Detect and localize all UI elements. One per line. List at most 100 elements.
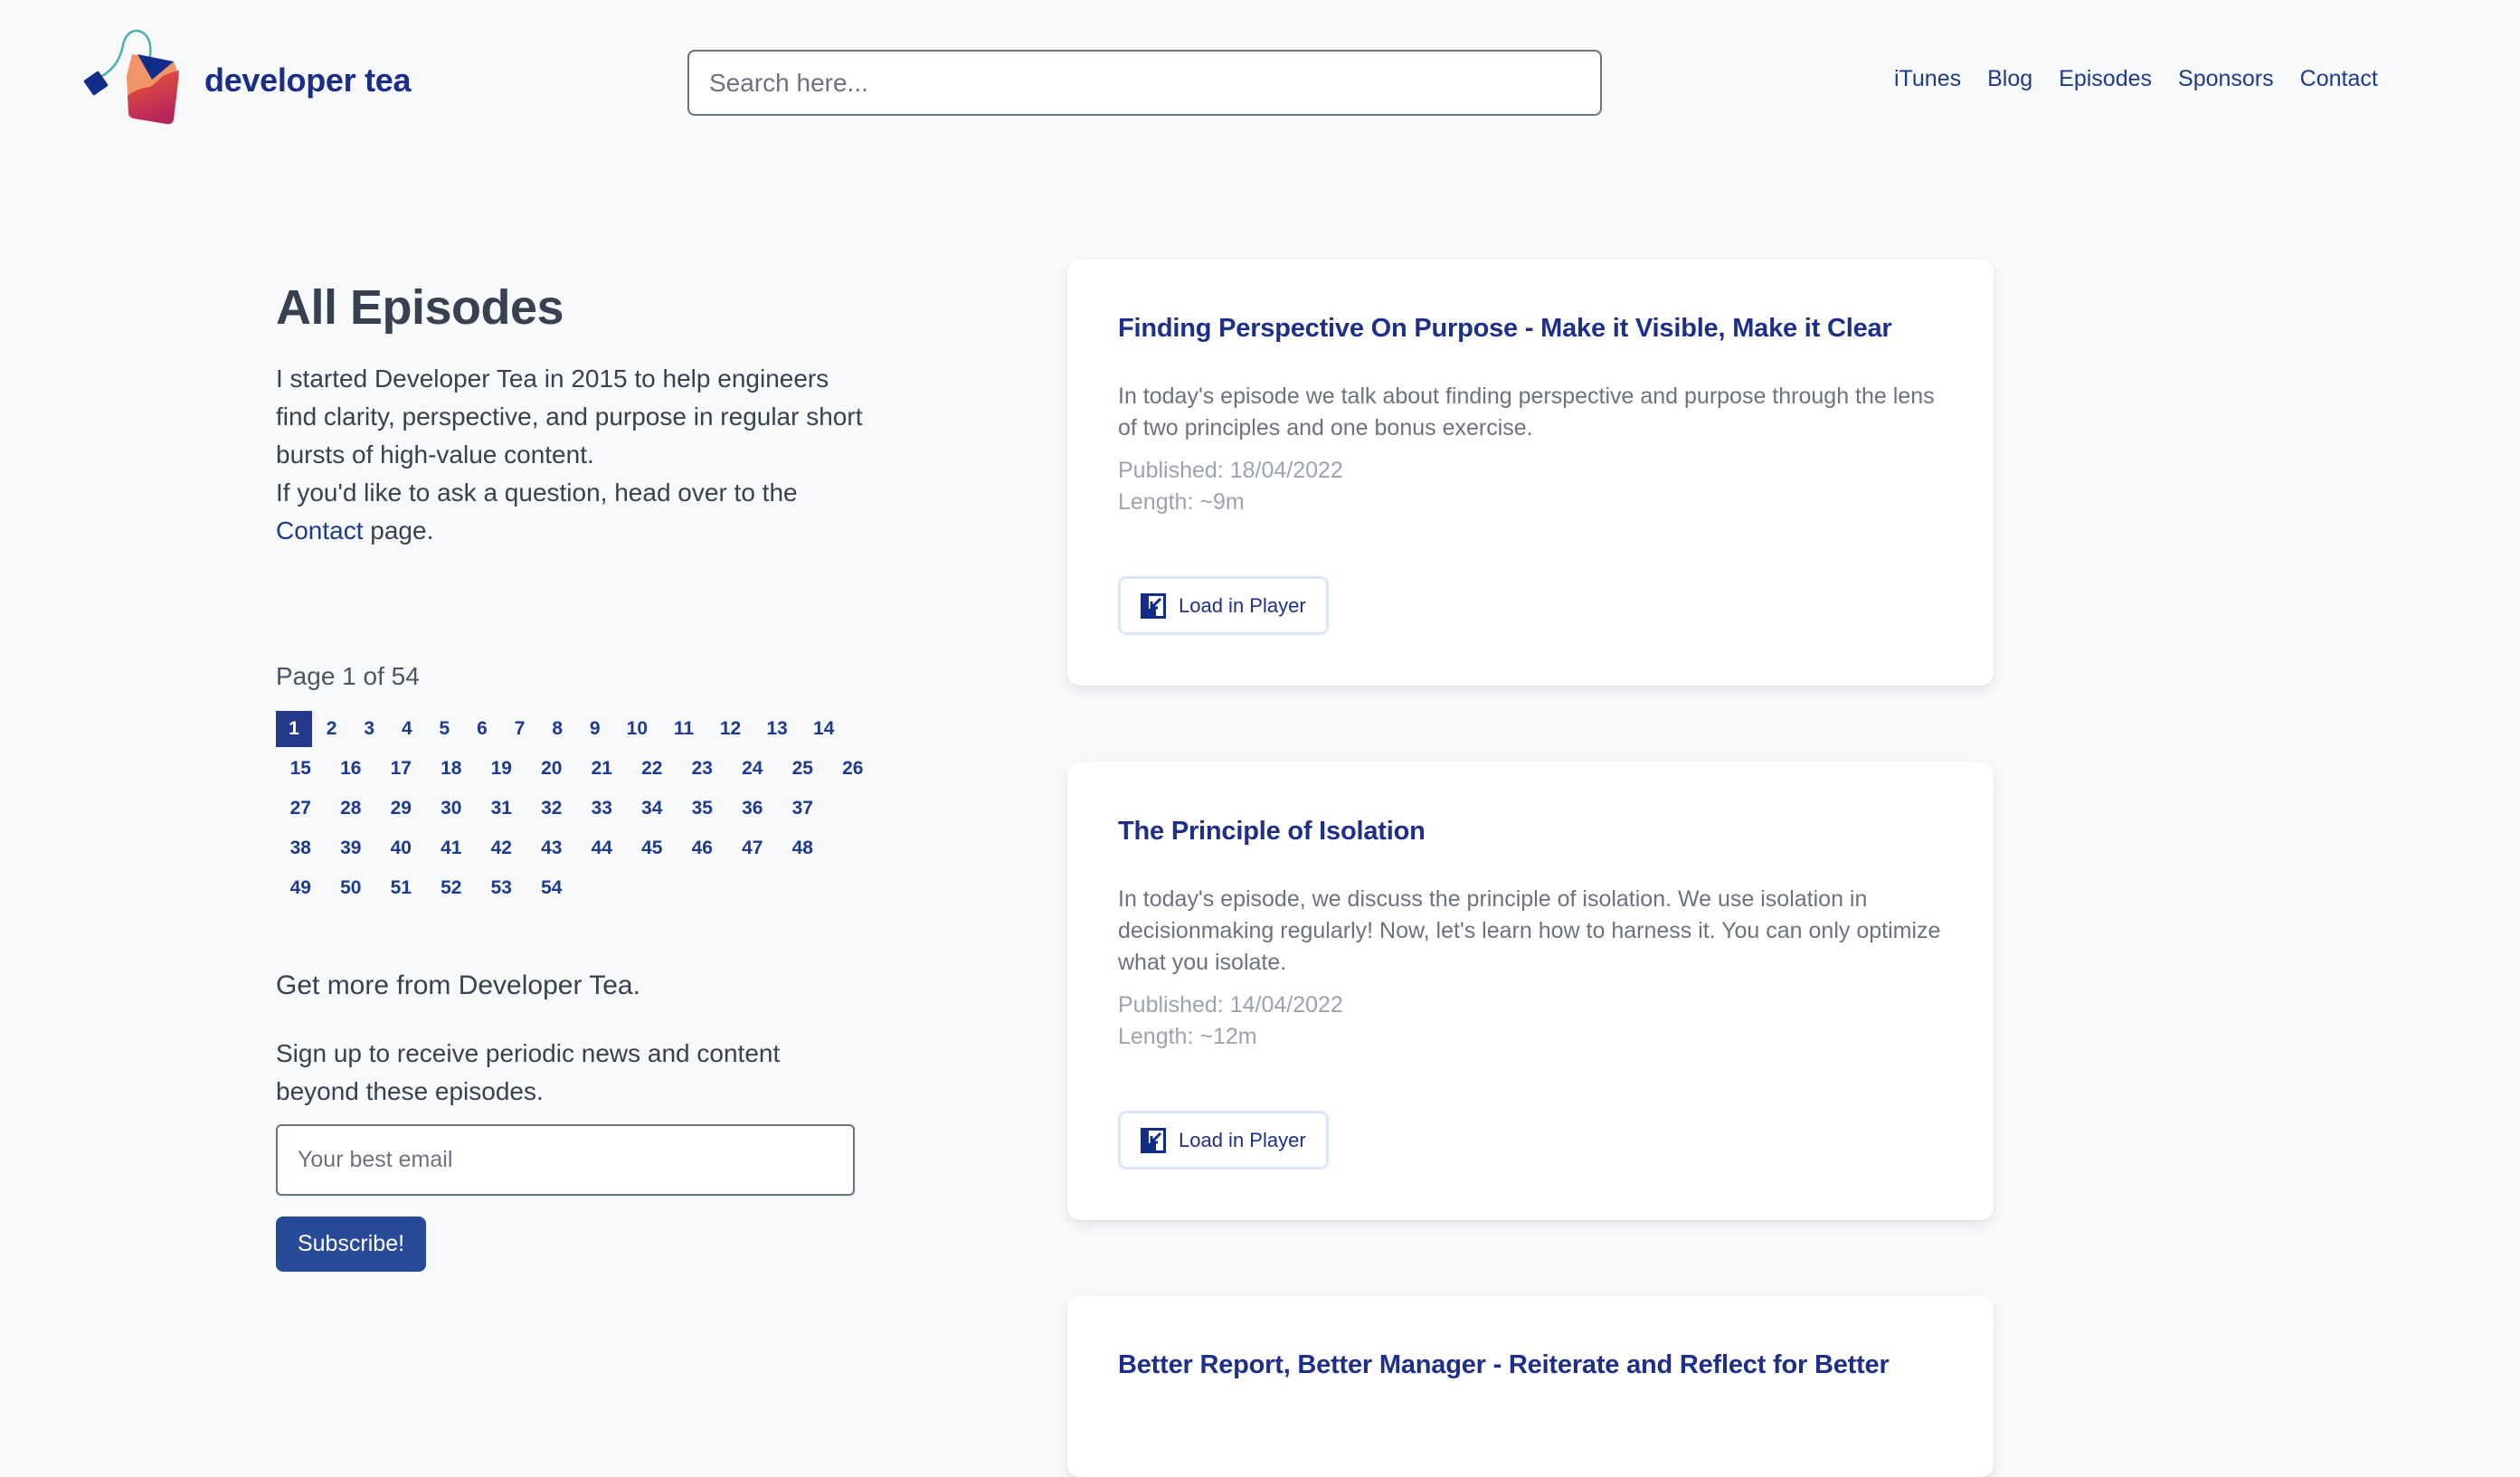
- load-in-player-label: Load in Player: [1179, 593, 1306, 617]
- episode-description: In today's episode we talk about finding…: [1118, 383, 1935, 440]
- page-link-28[interactable]: 28: [327, 791, 376, 827]
- page-link-2[interactable]: 2: [314, 711, 350, 747]
- load-in-player-button[interactable]: Load in Player: [1118, 576, 1329, 635]
- page-link-15[interactable]: 15: [276, 751, 326, 787]
- site-logo[interactable]: developer tea: [80, 25, 412, 125]
- nav-link-blog[interactable]: Blog: [1987, 63, 2032, 94]
- page-link-30[interactable]: 30: [427, 791, 477, 827]
- page-link-20[interactable]: 20: [527, 751, 577, 787]
- page-link-35[interactable]: 35: [677, 791, 727, 827]
- page-link-38[interactable]: 38: [276, 830, 326, 866]
- episode-title-link[interactable]: Finding Perspective On Purpose - Make it…: [1118, 310, 1943, 346]
- episode-title-link[interactable]: Better Report, Better Manager - Reiterat…: [1118, 1347, 1943, 1383]
- page-link-25[interactable]: 25: [778, 751, 828, 787]
- page-link-18[interactable]: 18: [427, 751, 477, 787]
- episode-meta: Published: 14/04/2022 Length: ~12m: [1118, 989, 1943, 1053]
- page-link-39[interactable]: 39: [327, 830, 376, 866]
- page-link-53[interactable]: 53: [477, 870, 526, 906]
- nav-link-sponsors[interactable]: Sponsors: [2178, 63, 2274, 94]
- load-in-player-icon: [1141, 592, 1166, 619]
- page-link-41[interactable]: 41: [427, 830, 477, 866]
- page-title: All Episodes: [276, 280, 564, 335]
- page-link-26[interactable]: 26: [829, 751, 878, 787]
- email-field[interactable]: [276, 1124, 855, 1196]
- intro-page-text: page.: [370, 516, 434, 544]
- nav-link-itunes[interactable]: iTunes: [1894, 63, 1961, 94]
- page-link-8[interactable]: 8: [539, 711, 575, 747]
- page-link-3[interactable]: 3: [351, 711, 387, 747]
- page-link-42[interactable]: 42: [477, 830, 526, 866]
- intro-question-text: If you'd like to ask a question, head ov…: [276, 478, 798, 507]
- page-link-4[interactable]: 4: [389, 711, 425, 747]
- page-link-48[interactable]: 48: [778, 830, 828, 866]
- episode-published: Published: 18/04/2022: [1118, 458, 1343, 483]
- page-link-52[interactable]: 52: [427, 870, 477, 906]
- episode-published: Published: 14/04/2022: [1118, 992, 1343, 1018]
- pagination-row: 27 28 29 30 31 32 33 34 35 36 37: [276, 791, 855, 830]
- pagination-row: 49 50 51 52 53 54: [276, 870, 855, 910]
- episode-description: In today's episode, we discuss the princ…: [1118, 886, 1941, 975]
- page-link-29[interactable]: 29: [376, 791, 426, 827]
- load-in-player-label: Load in Player: [1179, 1128, 1306, 1151]
- page-link-1[interactable]: 1: [276, 711, 312, 747]
- episode-length: Length: ~12m: [1118, 1024, 1257, 1049]
- page-link-44[interactable]: 44: [577, 830, 627, 866]
- page-link-34[interactable]: 34: [628, 791, 677, 827]
- pagination-row: 1 2 3 4 5 6 7 8 9 10 11 12 13 14: [276, 711, 855, 751]
- page-link-36[interactable]: 36: [728, 791, 778, 827]
- page-link-37[interactable]: 37: [778, 791, 828, 827]
- pagination-row: 15 16 17 18 19 20 21 22 23 24 25 26: [276, 751, 864, 791]
- page-link-19[interactable]: 19: [477, 751, 526, 787]
- page-link-24[interactable]: 24: [728, 751, 778, 787]
- intro-section: All Episodes I started Developer Tea in …: [276, 271, 873, 550]
- episode-meta: Published: 18/04/2022 Length: ~9m: [1118, 455, 1943, 518]
- page-indicator: Page 1 of 54: [276, 662, 420, 690]
- load-in-player-icon: [1141, 1127, 1166, 1153]
- page-link-46[interactable]: 46: [677, 830, 727, 866]
- page-link-11[interactable]: 11: [661, 711, 706, 747]
- brand-name: developer tea: [204, 62, 412, 99]
- intro-text: I started Developer Tea in 2015 to help …: [276, 360, 873, 550]
- page-link-16[interactable]: 16: [327, 751, 376, 787]
- page-link-54[interactable]: 54: [527, 870, 577, 906]
- page-link-49[interactable]: 49: [276, 870, 326, 906]
- episode-card: Better Report, Better Manager - Reiterat…: [1067, 1296, 1994, 1477]
- page-link-51[interactable]: 51: [376, 870, 426, 906]
- page-link-14[interactable]: 14: [801, 711, 847, 747]
- main-nav: iTunes Blog Episodes Sponsors Contact: [1894, 63, 2378, 94]
- episode-card: Finding Perspective On Purpose - Make it…: [1067, 260, 1994, 686]
- search-input[interactable]: [687, 50, 1602, 116]
- page-link-45[interactable]: 45: [628, 830, 677, 866]
- newsletter-text: Sign up to receive periodic news and con…: [276, 1039, 781, 1105]
- page-link-32[interactable]: 32: [527, 791, 577, 827]
- page-link-40[interactable]: 40: [376, 830, 426, 866]
- nav-link-episodes[interactable]: Episodes: [2059, 63, 2152, 94]
- page-link-33[interactable]: 33: [577, 791, 627, 827]
- intro-paragraph: I started Developer Tea in 2015 to help …: [276, 365, 863, 469]
- page-link-43[interactable]: 43: [527, 830, 577, 866]
- page-link-23[interactable]: 23: [677, 751, 727, 787]
- page-link-21[interactable]: 21: [577, 751, 627, 787]
- page-link-12[interactable]: 12: [708, 711, 753, 747]
- page-link-22[interactable]: 22: [628, 751, 677, 787]
- episode-card: The Principle of Isolation In today's ep…: [1067, 762, 1994, 1220]
- page-link-31[interactable]: 31: [477, 791, 526, 827]
- page-link-9[interactable]: 9: [577, 711, 613, 747]
- page-link-13[interactable]: 13: [754, 711, 800, 747]
- page-link-5[interactable]: 5: [426, 711, 462, 747]
- subscribe-button[interactable]: Subscribe!: [276, 1217, 426, 1272]
- page-link-10[interactable]: 10: [614, 711, 659, 747]
- load-in-player-button[interactable]: Load in Player: [1118, 1111, 1329, 1169]
- page-link-6[interactable]: 6: [464, 711, 500, 747]
- page-link-7[interactable]: 7: [502, 711, 538, 747]
- contact-link[interactable]: Contact: [276, 516, 364, 544]
- nav-link-contact[interactable]: Contact: [2300, 63, 2378, 94]
- page-link-17[interactable]: 17: [376, 751, 426, 787]
- episode-title-link[interactable]: The Principle of Isolation: [1118, 813, 1943, 849]
- page-link-27[interactable]: 27: [276, 791, 326, 827]
- episode-length: Length: ~9m: [1118, 489, 1245, 515]
- pagination-row: 38 39 40 41 42 43 44 45 46 47 48: [276, 830, 855, 870]
- page-link-50[interactable]: 50: [327, 870, 376, 906]
- page-link-47[interactable]: 47: [728, 830, 778, 866]
- newsletter-title: Get more from Developer Tea.: [276, 970, 640, 1000]
